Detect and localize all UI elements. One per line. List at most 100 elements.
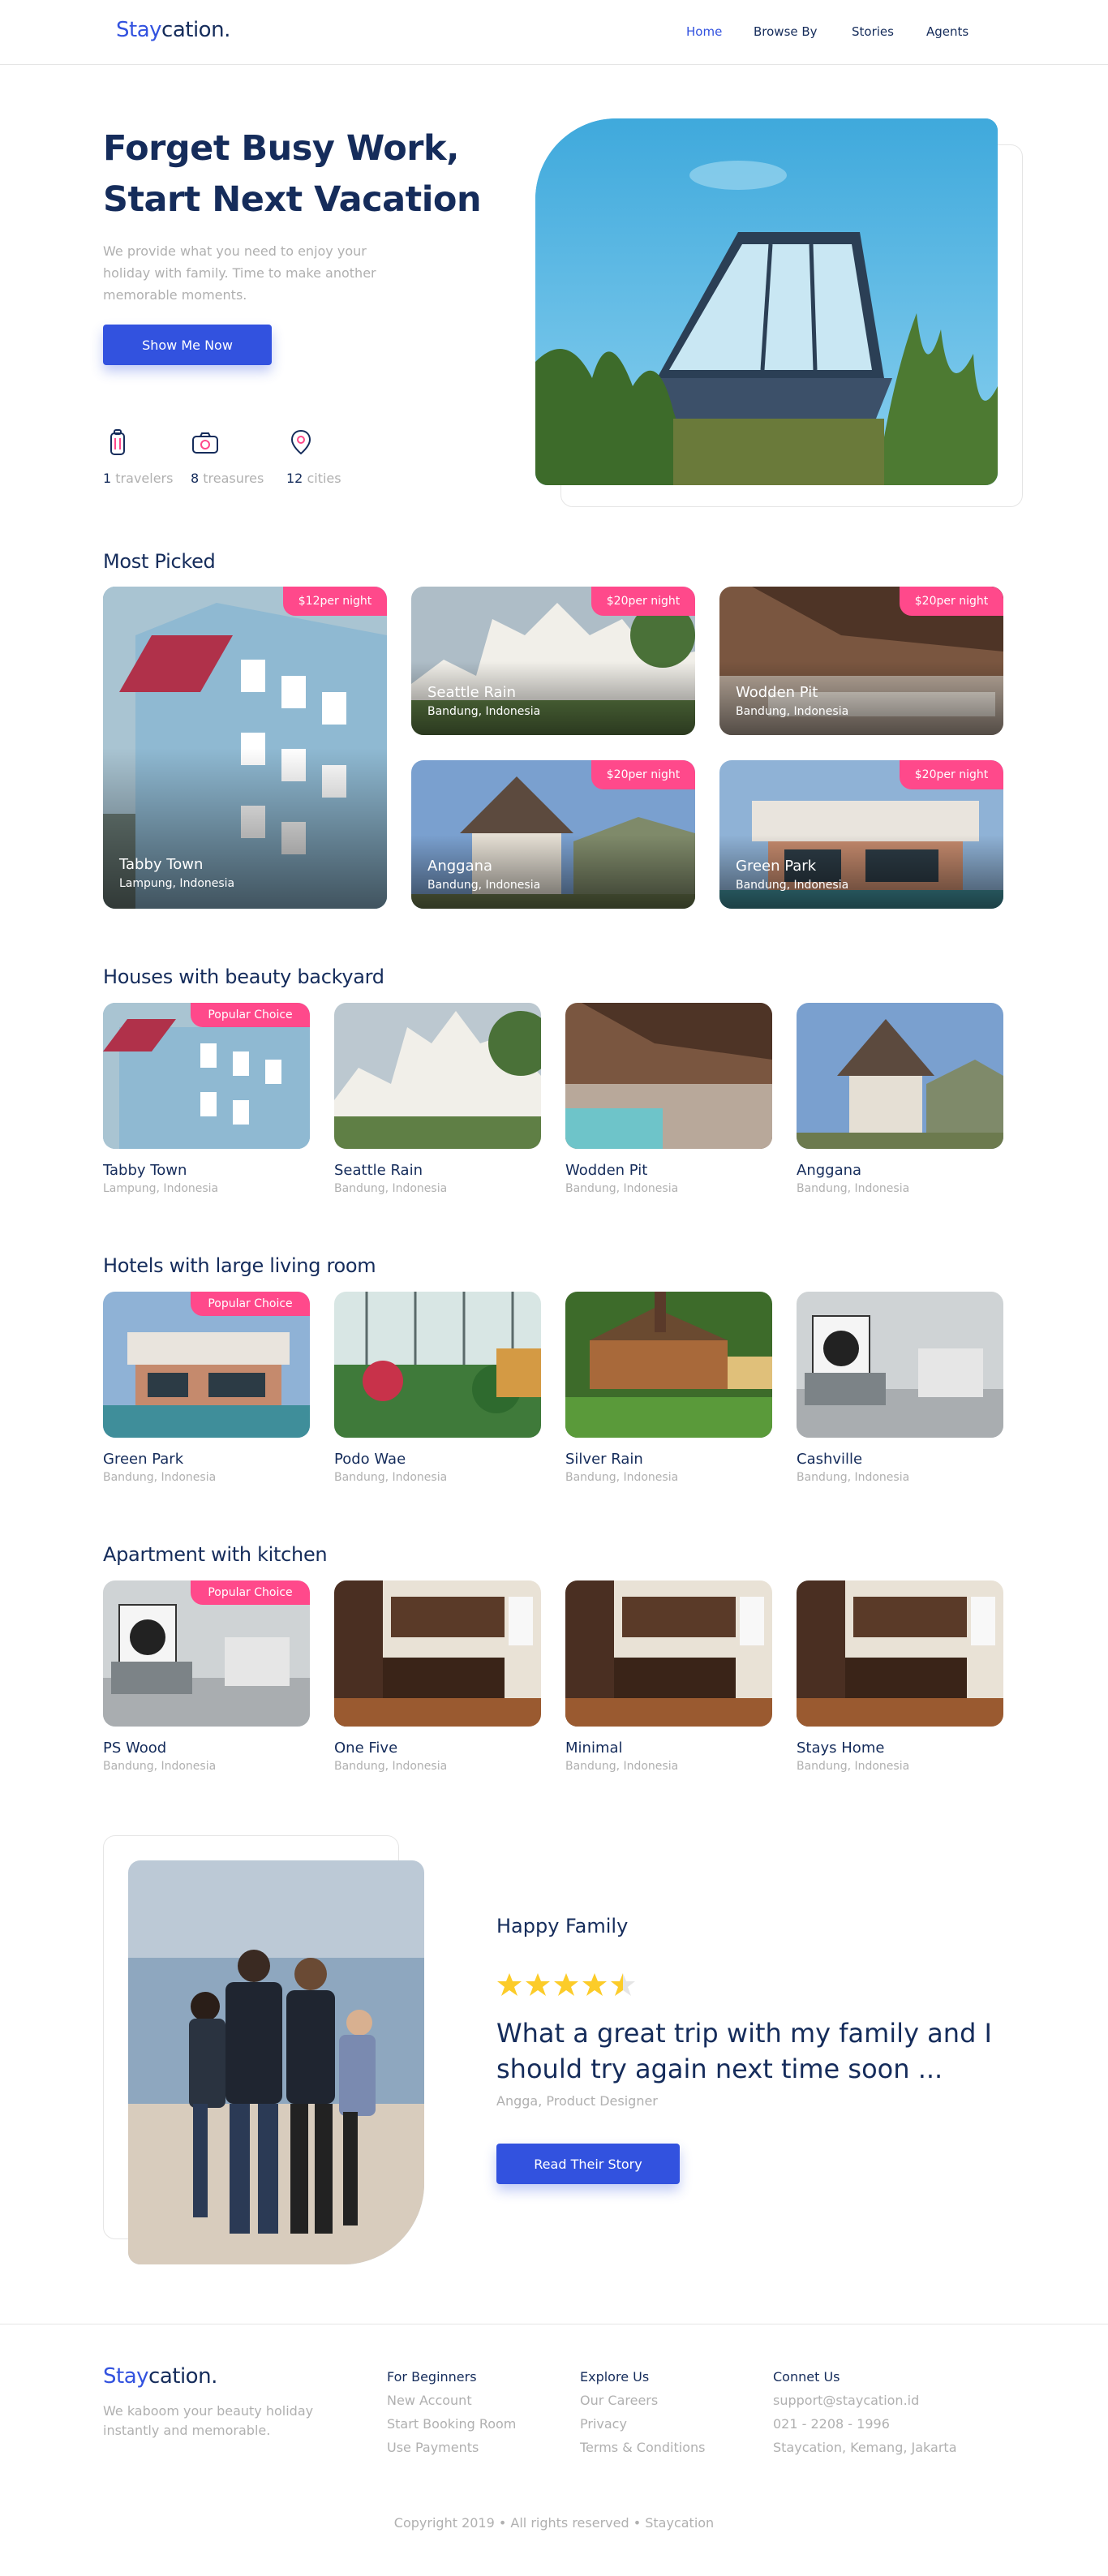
item-name: PS Wood: [103, 1740, 167, 1757]
price-unit: per night: [628, 768, 681, 781]
item-name: Minimal: [565, 1740, 623, 1757]
most-picked-card-1[interactable]: $20 per night Seattle Rain Bandung, Indon…: [411, 587, 695, 735]
stat-cities: 12 cities: [286, 428, 341, 486]
price-value: $20: [606, 595, 629, 608]
footer-link[interactable]: Use Payments: [387, 2440, 516, 2455]
category-item[interactable]: Cashville Bandung, Indonesia: [797, 1292, 1003, 1484]
card-location: Bandung, Indonesia: [427, 879, 541, 892]
show-me-now-button[interactable]: Show Me Now: [103, 325, 272, 365]
star-icon: [554, 1973, 578, 1996]
category-title-hotels: Hotels with large living room: [103, 1254, 376, 1277]
nav-home[interactable]: Home: [686, 24, 722, 39]
footer-link[interactable]: New Account: [387, 2393, 516, 2408]
footer-link[interactable]: Privacy: [580, 2416, 705, 2432]
star-icon-half: [611, 1973, 623, 1996]
category-item[interactable]: Popular Choice Tabby Town Lampung, Indon…: [103, 1003, 310, 1195]
testimonial-image: [128, 1860, 424, 2264]
price-unit: per night: [320, 595, 372, 608]
category-item[interactable]: Minimal Bandung, Indonesia: [565, 1580, 772, 1773]
card-location: Bandung, Indonesia: [736, 705, 849, 718]
most-picked-card-2[interactable]: $20 per night Wodden Pit Bandung, Indones…: [719, 587, 1003, 735]
most-picked-title: Most Picked: [103, 550, 216, 573]
item-location: Bandung, Indonesia: [103, 1760, 217, 1773]
footer-col-explore: Explore Us Our Careers Privacy Terms & C…: [580, 2369, 705, 2455]
price-unit: per night: [628, 595, 681, 608]
nav-agents[interactable]: Agents: [926, 24, 968, 39]
footer-address: Staycation, Kemang, Jakarta: [773, 2440, 957, 2455]
nav-stories[interactable]: Stories: [852, 24, 894, 39]
traveler-icon: [110, 429, 125, 455]
item-name: Silver Rain: [565, 1451, 643, 1468]
footer-brand-logo[interactable]: Staycation.: [103, 2364, 217, 2389]
footer-link[interactable]: Terms & Conditions: [580, 2440, 705, 2455]
category-item[interactable]: Anggana Bandung, Indonesia: [797, 1003, 1003, 1195]
brand-logo-part1: Stay: [116, 18, 162, 42]
footer-col-heading: For Beginners: [387, 2369, 477, 2385]
item-name: Wodden Pit: [565, 1162, 648, 1179]
popular-choice-badge: Popular Choice: [191, 1580, 310, 1605]
item-name: Tabby Town: [103, 1162, 187, 1179]
price-tag: $20 per night: [900, 587, 1003, 616]
footer-brand-part1: Stay: [103, 2364, 149, 2389]
category-title-houses: Houses with beauty backyard: [103, 965, 384, 988]
category-item[interactable]: Seattle Rain Bandung, Indonesia: [334, 1003, 541, 1195]
item-location: Bandung, Indonesia: [797, 1760, 910, 1773]
category-item[interactable]: Stays Home Bandung, Indonesia: [797, 1580, 1003, 1773]
stat-travelers-label: travelers: [115, 471, 174, 486]
footer-email[interactable]: support@staycation.id: [773, 2393, 957, 2408]
price-value: $20: [914, 595, 937, 608]
stat-treasures: 8 treasures: [191, 428, 264, 486]
category-item[interactable]: Wodden Pit Bandung, Indonesia: [565, 1003, 772, 1195]
item-location: Bandung, Indonesia: [334, 1471, 448, 1484]
footer-tagline: We kaboom your beauty holiday instantly …: [103, 2403, 314, 2438]
item-name: Podo Wae: [334, 1451, 406, 1468]
price-tag: $12 per night: [283, 587, 387, 616]
site-header: Staycation. Home Browse By Stories Agent…: [0, 0, 1108, 65]
brand-logo-part2: cation.: [161, 18, 230, 42]
footer-phone[interactable]: 021 - 2208 - 1996: [773, 2416, 957, 2432]
card-name: Seattle Rain: [427, 684, 516, 701]
hero-title-line2: Start Next Vacation: [103, 179, 482, 220]
category-item[interactable]: Popular Choice Green Park Bandung, Indon…: [103, 1292, 310, 1484]
footer-col-beginners: For Beginners New Account Start Booking …: [387, 2369, 516, 2455]
category-title-apartments: Apartment with kitchen: [103, 1543, 328, 1566]
item-location: Bandung, Indonesia: [797, 1182, 910, 1195]
category-item[interactable]: Silver Rain Bandung, Indonesia: [565, 1292, 772, 1484]
stat-travelers-count: 1: [103, 471, 112, 486]
footer-link[interactable]: Start Booking Room: [387, 2416, 516, 2432]
stat-treasures-count: 8: [191, 471, 200, 486]
rating-stars: [496, 1970, 636, 2002]
item-name: Green Park: [103, 1451, 184, 1468]
brand-logo[interactable]: Staycation.: [116, 18, 230, 42]
card-location: Bandung, Indonesia: [427, 705, 541, 718]
footer-col-heading: Connet Us: [773, 2369, 840, 2385]
item-location: Bandung, Indonesia: [334, 1182, 448, 1195]
testimonial-author: Angga, Product Designer: [496, 2093, 658, 2109]
footer-col-heading: Explore Us: [580, 2369, 650, 2385]
category-item[interactable]: Popular Choice PS Wood Bandung, Indonesi…: [103, 1580, 310, 1773]
nav-browse-by[interactable]: Browse By: [754, 24, 818, 39]
price-unit: per night: [936, 768, 989, 781]
item-location: Bandung, Indonesia: [565, 1182, 679, 1195]
most-picked-card-4[interactable]: $20 per night Green Park Bandung, Indones…: [719, 760, 1003, 909]
hero-image: [535, 118, 998, 485]
footer-copyright: Copyright 2019 • All rights reserved • S…: [393, 2515, 715, 2531]
footer-link[interactable]: Our Careers: [580, 2393, 705, 2408]
most-picked-card-3[interactable]: $20 per night Anggana Bandung, Indonesia: [411, 760, 695, 909]
card-name: Wodden Pit: [736, 684, 818, 701]
most-picked-card-0[interactable]: $12 per night Tabby Town Lampung, Indones…: [103, 587, 387, 909]
popular-choice-badge: Popular Choice: [191, 1003, 310, 1027]
category-item[interactable]: One Five Bandung, Indonesia: [334, 1580, 541, 1773]
item-location: Bandung, Indonesia: [565, 1760, 679, 1773]
category-item[interactable]: Podo Wae Bandung, Indonesia: [334, 1292, 541, 1484]
stat-travelers: 1 travelers: [103, 428, 173, 486]
item-location: Bandung, Indonesia: [565, 1471, 679, 1484]
price-tag: $20 per night: [591, 760, 695, 789]
location-pin-icon: [290, 429, 311, 455]
stat-cities-count: 12: [286, 471, 303, 486]
price-unit: per night: [936, 595, 989, 608]
testimonial-quote: What a great trip with my family and I s…: [496, 2018, 992, 2084]
item-name: Anggana: [797, 1162, 862, 1179]
read-their-story-button[interactable]: Read Their Story: [496, 2144, 680, 2184]
star-icon: [526, 1973, 550, 1996]
